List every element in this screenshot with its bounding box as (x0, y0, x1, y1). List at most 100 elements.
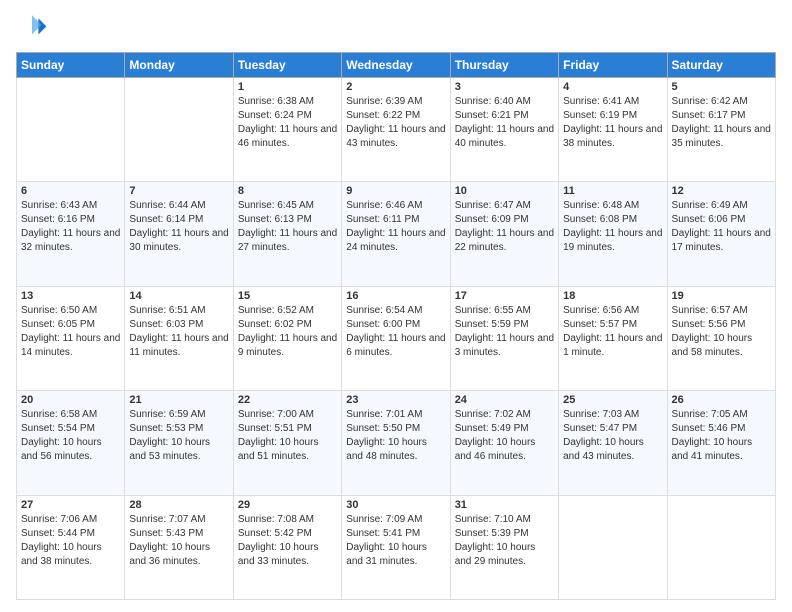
day-info-line: Sunrise: 6:44 AM (129, 199, 228, 213)
day-info-line: Sunset: 6:00 PM (346, 318, 445, 332)
day-number: 30 (346, 499, 445, 511)
day-info-line: Sunset: 5:54 PM (21, 422, 120, 436)
day-info-line: Sunrise: 6:46 AM (346, 199, 445, 213)
day-info-line: Daylight: 11 hours and 6 minutes. (346, 332, 445, 360)
day-info-line: Sunset: 6:22 PM (346, 109, 445, 123)
day-info-line: Sunset: 5:46 PM (672, 422, 771, 436)
day-info-line: Daylight: 11 hours and 43 minutes. (346, 123, 445, 151)
day-info-line: Sunrise: 6:42 AM (672, 95, 771, 109)
calendar-cell: 20Sunrise: 6:58 AMSunset: 5:54 PMDayligh… (17, 391, 125, 495)
day-info-line: Sunset: 6:19 PM (563, 109, 662, 123)
day-info-line: Sunrise: 7:01 AM (346, 408, 445, 422)
day-info-line: Sunrise: 7:09 AM (346, 513, 445, 527)
calendar-cell: 2Sunrise: 6:39 AMSunset: 6:22 PMDaylight… (342, 78, 450, 182)
day-number: 3 (455, 81, 554, 93)
calendar-cell: 13Sunrise: 6:50 AMSunset: 6:05 PMDayligh… (17, 286, 125, 390)
day-info-line: Sunrise: 6:55 AM (455, 304, 554, 318)
day-info-line: Sunrise: 7:07 AM (129, 513, 228, 527)
day-info-line: Sunset: 6:09 PM (455, 213, 554, 227)
day-info-line: Daylight: 10 hours and 56 minutes. (21, 436, 120, 464)
day-info-line: Daylight: 10 hours and 29 minutes. (455, 541, 554, 569)
day-info-line: Daylight: 10 hours and 53 minutes. (129, 436, 228, 464)
calendar-cell: 31Sunrise: 7:10 AMSunset: 5:39 PMDayligh… (450, 495, 558, 599)
calendar-cell (125, 78, 233, 182)
calendar-cell: 16Sunrise: 6:54 AMSunset: 6:00 PMDayligh… (342, 286, 450, 390)
day-info-line: Sunset: 5:53 PM (129, 422, 228, 436)
day-info-line: Daylight: 11 hours and 27 minutes. (238, 227, 337, 255)
calendar-header-monday: Monday (125, 53, 233, 78)
day-info-line: Daylight: 11 hours and 3 minutes. (455, 332, 554, 360)
day-info-line: Sunrise: 6:49 AM (672, 199, 771, 213)
day-info-line: Sunset: 5:50 PM (346, 422, 445, 436)
day-number: 4 (563, 81, 662, 93)
calendar-cell: 14Sunrise: 6:51 AMSunset: 6:03 PMDayligh… (125, 286, 233, 390)
day-info-line: Sunrise: 7:05 AM (672, 408, 771, 422)
day-info-line: Sunrise: 6:48 AM (563, 199, 662, 213)
calendar-cell: 12Sunrise: 6:49 AMSunset: 6:06 PMDayligh… (667, 182, 775, 286)
day-info-line: Daylight: 11 hours and 22 minutes. (455, 227, 554, 255)
day-info-line: Sunset: 5:41 PM (346, 527, 445, 541)
calendar-cell: 6 Sunrise: 6:43 AMSunset: 6:16 PMDaylight… (17, 182, 125, 286)
day-info-line: Daylight: 11 hours and 24 minutes. (346, 227, 445, 255)
day-info-line: Daylight: 11 hours and 17 minutes. (672, 227, 771, 255)
day-number: 21 (129, 394, 228, 406)
day-info-line: Daylight: 11 hours and 14 minutes. (21, 332, 120, 360)
calendar-cell: 29Sunrise: 7:08 AMSunset: 5:42 PMDayligh… (233, 495, 341, 599)
day-number: 24 (455, 394, 554, 406)
calendar-header-thursday: Thursday (450, 53, 558, 78)
logo-icon (16, 12, 48, 44)
day-info-line: Sunset: 6:06 PM (672, 213, 771, 227)
calendar-cell: 7Sunrise: 6:44 AMSunset: 6:14 PMDaylight… (125, 182, 233, 286)
day-number: 1 (238, 81, 337, 93)
day-info-line: Sunrise: 6:38 AM (238, 95, 337, 109)
calendar-week-4: 20Sunrise: 6:58 AMSunset: 5:54 PMDayligh… (17, 391, 776, 495)
calendar-cell (667, 495, 775, 599)
day-info-line: Sunrise: 6:43 AM (21, 199, 120, 213)
day-number: 17 (455, 290, 554, 302)
calendar-week-2: 6Sunrise: 6:43 AMSunset: 6:16 PMDaylight… (17, 182, 776, 286)
day-info-line: Daylight: 10 hours and 51 minutes. (238, 436, 337, 464)
day-number: 23 (346, 394, 445, 406)
day-info-line: Daylight: 11 hours and 11 minutes. (129, 332, 228, 360)
calendar-cell: 1Sunrise: 6:38 AMSunset: 6:24 PMDaylight… (233, 78, 341, 182)
day-number: 6 (21, 185, 120, 197)
day-info-line: Sunset: 5:56 PM (672, 318, 771, 332)
day-info-line: Sunset: 6:17 PM (672, 109, 771, 123)
day-info-line: Sunset: 5:51 PM (238, 422, 337, 436)
calendar-cell: 28Sunrise: 7:07 AMSunset: 5:43 PMDayligh… (125, 495, 233, 599)
day-info-line: Sunrise: 7:02 AM (455, 408, 554, 422)
calendar-cell: 22Sunrise: 7:00 AMSunset: 5:51 PMDayligh… (233, 391, 341, 495)
day-info-line: Sunset: 6:24 PM (238, 109, 337, 123)
day-info-line: Daylight: 10 hours and 43 minutes. (563, 436, 662, 464)
day-info-line: Daylight: 10 hours and 41 minutes. (672, 436, 771, 464)
day-info-line: Sunset: 5:42 PM (238, 527, 337, 541)
day-info-line: Daylight: 11 hours and 38 minutes. (563, 123, 662, 151)
day-info-line: Sunrise: 7:10 AM (455, 513, 554, 527)
day-info-line: Daylight: 11 hours and 40 minutes. (455, 123, 554, 151)
day-info-line: Sunrise: 7:08 AM (238, 513, 337, 527)
day-number: 29 (238, 499, 337, 511)
day-info-line: Sunrise: 6:52 AM (238, 304, 337, 318)
calendar-cell: 3Sunrise: 6:40 AMSunset: 6:21 PMDaylight… (450, 78, 558, 182)
calendar-cell: 19Sunrise: 6:57 AMSunset: 5:56 PMDayligh… (667, 286, 775, 390)
day-info-line: Sunset: 5:57 PM (563, 318, 662, 332)
calendar-cell (559, 495, 667, 599)
calendar-cell: 11Sunrise: 6:48 AMSunset: 6:08 PMDayligh… (559, 182, 667, 286)
day-info-line: Sunset: 6:16 PM (21, 213, 120, 227)
calendar-header-tuesday: Tuesday (233, 53, 341, 78)
calendar-header-wednesday: Wednesday (342, 53, 450, 78)
day-info-line: Daylight: 11 hours and 32 minutes. (21, 227, 120, 255)
day-number: 25 (563, 394, 662, 406)
calendar-cell: 17Sunrise: 6:55 AMSunset: 5:59 PMDayligh… (450, 286, 558, 390)
day-info-line: Sunset: 6:02 PM (238, 318, 337, 332)
calendar-cell: 9Sunrise: 6:46 AMSunset: 6:11 PMDaylight… (342, 182, 450, 286)
day-number: 2 (346, 81, 445, 93)
day-info-line: Sunrise: 6:54 AM (346, 304, 445, 318)
day-info-line: Sunset: 6:14 PM (129, 213, 228, 227)
calendar-table: SundayMondayTuesdayWednesdayThursdayFrid… (16, 52, 776, 600)
day-info-line: Sunset: 6:13 PM (238, 213, 337, 227)
calendar-cell: 10Sunrise: 6:47 AMSunset: 6:09 PMDayligh… (450, 182, 558, 286)
day-info-line: Daylight: 11 hours and 9 minutes. (238, 332, 337, 360)
day-info-line: Sunset: 5:39 PM (455, 527, 554, 541)
day-info-line: Sunset: 6:11 PM (346, 213, 445, 227)
